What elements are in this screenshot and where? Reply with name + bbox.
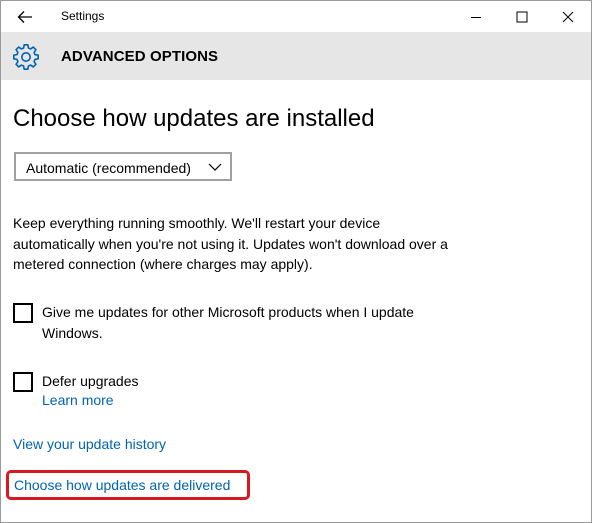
install-description: Keep everything running smoothly. We'll … (13, 215, 448, 272)
maximize-icon (516, 11, 528, 22)
microsoft-products-label[interactable]: Give me updates for other Microsoft prod… (42, 302, 462, 343)
learn-more-link[interactable]: Learn more (42, 392, 114, 408)
maximize-button[interactable] (499, 1, 545, 32)
dropdown-selected-value: Automatic (recommended) (26, 160, 191, 176)
defer-upgrades-checkbox[interactable] (13, 372, 33, 392)
minimize-button[interactable] (453, 1, 499, 32)
update-history-link[interactable]: View your update history (13, 436, 166, 452)
title-bar: Settings (1, 1, 591, 32)
minimize-icon (471, 16, 481, 18)
back-button[interactable] (11, 5, 39, 29)
microsoft-products-checkbox[interactable] (13, 303, 33, 323)
close-button[interactable] (545, 1, 591, 32)
install-mode-dropdown[interactable]: Automatic (recommended) (14, 152, 232, 181)
page-title: ADVANCED OPTIONS (61, 48, 219, 65)
page-header: ADVANCED OPTIONS (1, 32, 591, 80)
gear-icon (13, 44, 39, 70)
chevron-down-icon (208, 163, 222, 171)
delivery-options-link[interactable]: Choose how updates are delivered (14, 477, 230, 493)
settings-window: Settings ADVANCED OPTIONS Choose how upd… (0, 0, 592, 523)
back-arrow-icon (17, 11, 32, 23)
section-heading: Choose how updates are installed (13, 105, 375, 132)
window-title: Settings (61, 9, 105, 23)
close-icon (562, 11, 574, 22)
defer-upgrades-label[interactable]: Defer upgrades (42, 371, 139, 392)
